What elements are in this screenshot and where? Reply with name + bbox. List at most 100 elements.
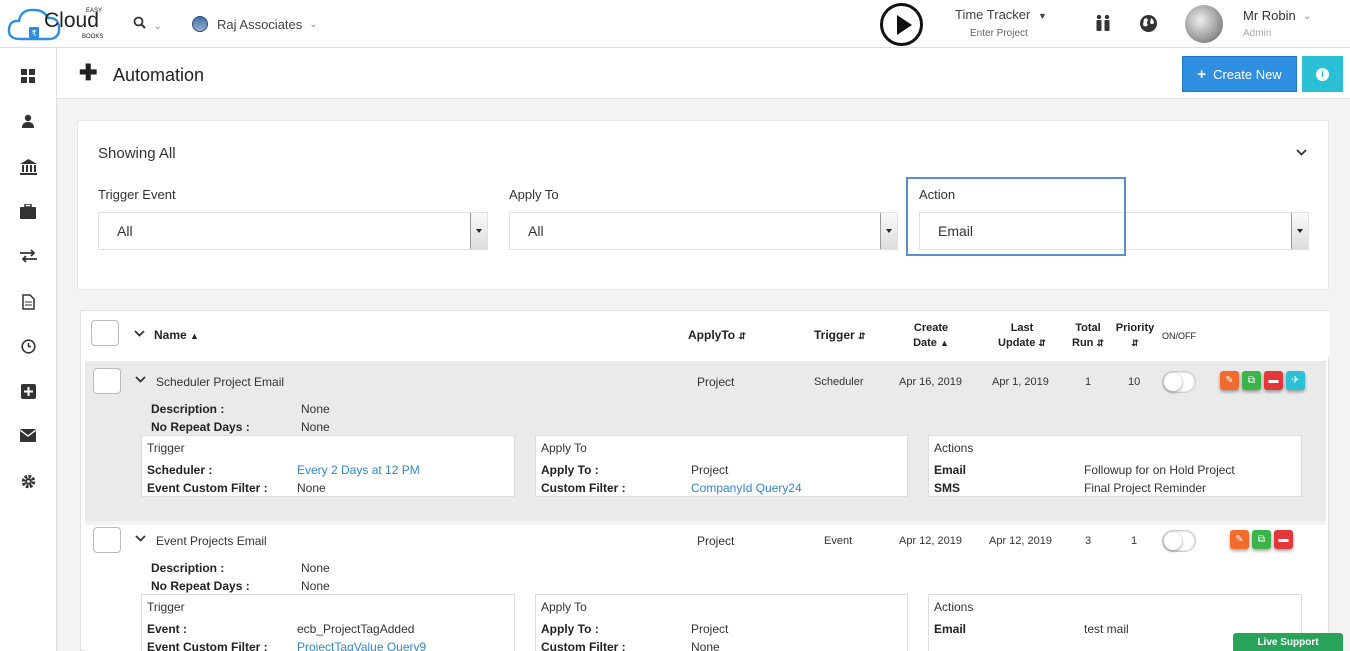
dropdown-arrow-icon[interactable] [880,213,897,249]
live-support-button[interactable]: Live Support [1233,633,1343,651]
no-repeat-days-label: No Repeat Days : [151,579,250,593]
chevron-down-icon[interactable] [135,374,146,386]
action-highlight [906,177,1126,256]
row-create-date: Apr 12, 2019 [899,535,962,547]
trigger-event-select[interactable]: All [98,212,488,250]
chevron-down-icon[interactable] [135,533,146,545]
company-icon [192,16,208,32]
plus-square-icon[interactable] [19,384,37,402]
clock-icon[interactable] [19,339,37,357]
row-checkbox[interactable] [93,527,121,553]
row-trigger: Scheduler [814,376,864,388]
create-new-button[interactable]: + Create New [1182,56,1297,92]
sidebar [0,48,57,651]
time-tracker-dropdown[interactable]: Time Tracker ▼ [955,7,1047,22]
column-priority[interactable]: Priority ⇵ [1115,321,1155,351]
trigger-box-value-1[interactable]: Every 2 Days at 12 PM [297,463,420,477]
column-applyto[interactable]: ApplyTo ⇵ [688,328,746,344]
row-name[interactable]: Event Projects Email [156,534,267,548]
table-row: Scheduler Project Email Project Schedule… [85,361,1326,521]
edit-icon[interactable]: ✎ [1220,371,1239,390]
bank-icon[interactable] [19,159,37,177]
dashboard-icon[interactable] [19,69,37,87]
transfer-icon[interactable] [19,249,37,267]
actions-box-title: Actions [934,441,974,455]
globe-icon[interactable] [1139,14,1158,38]
trigger-box-title: Trigger [147,441,185,455]
on-off-toggle[interactable] [1162,530,1196,552]
trigger-box-label-1: Scheduler : [147,463,213,477]
chevron-down-icon[interactable] [1296,145,1307,159]
sort-icon: ⇵ [1131,338,1139,348]
column-name[interactable]: Name ▲︎ [154,328,199,344]
delete-icon[interactable]: ▬ [1264,371,1283,390]
search-toggle[interactable]: ⌄ [133,16,162,32]
table-row: Event Projects Email Project Event Apr 1… [85,521,1326,651]
apply-to-box-label-2: Custom Filter : [541,640,626,651]
sort-icon: ⇵ [858,331,866,341]
page-header: ✚ Automation + Create New i [57,48,1350,99]
apply-to-box-value-2[interactable]: CompanyId Query24 [691,481,802,495]
info-button[interactable]: i [1302,56,1343,92]
user-icon[interactable] [19,114,37,132]
column-total-run[interactable]: Total Run ⇵ [1069,321,1107,351]
showing-label: Showing All [98,145,176,162]
create-new-label: Create New [1213,66,1282,82]
time-tracker-project[interactable]: Enter Project [970,28,1028,39]
actions-box-value-1: test mail [1084,622,1129,636]
gear-icon[interactable] [19,474,37,492]
apply-to-select[interactable]: All [509,212,898,250]
trigger-box-label-2: Event Custom Filter : [147,640,268,651]
people-icon[interactable] [1094,14,1112,37]
send-icon[interactable]: ✈ [1286,371,1305,390]
column-trigger[interactable]: Trigger ⇵ [814,328,866,344]
column-create-label: Create [913,322,949,334]
app-logo[interactable]: ₹ Cloud EASY BOOKS [6,3,111,45]
dropdown-arrow-icon[interactable] [1291,213,1308,249]
trigger-event-label: Trigger Event [98,187,176,202]
chevron-down-icon[interactable]: ⌄ [1303,11,1311,22]
select-all-checkbox[interactable] [91,320,119,346]
column-trigger-label: Trigger [814,328,855,342]
play-icon[interactable] [880,3,923,46]
dropdown-arrow-icon[interactable] [470,213,487,249]
copy-icon[interactable]: ⧉ [1252,530,1271,549]
plus-icon: ✚ [79,60,98,85]
row-checkbox[interactable] [93,368,121,394]
copy-icon[interactable]: ⧉ [1242,371,1261,390]
avatar[interactable] [1185,5,1223,43]
trigger-box-value-2[interactable]: ProjectTagValue Query9 [297,640,426,651]
document-icon[interactable] [19,294,37,312]
actions-box-label-1: Email [934,463,967,477]
table-header: Name ▲︎ ApplyTo ⇵ Trigger ⇵ Create Date ▲… [81,311,1330,357]
row-name[interactable]: Scheduler Project Email [156,375,284,389]
description-label: Description : [151,561,225,575]
user-name[interactable]: Mr Robin [1243,8,1296,23]
apply-to-box-label-1: Apply To : [541,463,599,477]
delete-icon[interactable]: ▬ [1274,530,1293,549]
apply-to-box-label-2: Custom Filter : [541,481,626,495]
description-value: None [301,561,330,575]
briefcase-icon[interactable] [19,203,37,222]
automation-list: Name ▲︎ ApplyTo ⇵ Trigger ⇵ Create Date ▲… [80,310,1330,651]
column-last-update[interactable]: Last Update ⇵ [995,321,1049,351]
column-priority-label: Priority [1115,322,1155,334]
mail-icon[interactable] [19,429,37,447]
column-create-label-2: Date [913,337,937,349]
column-create-date[interactable]: Create Date ▲ [907,321,955,351]
svg-text:BOOKS: BOOKS [82,34,103,40]
column-name-label: Name [154,328,187,342]
company-switcher[interactable]: Raj Associates ⌄ [192,16,318,32]
sort-icon: ▲︎ [190,331,199,341]
sort-up-icon: ▲ [939,338,949,348]
no-repeat-days-label: No Repeat Days : [151,420,250,434]
apply-to-value: All [528,223,544,239]
no-repeat-days-value: None [301,579,330,593]
edit-icon[interactable]: ✎ [1230,530,1249,549]
top-bar: ₹ Cloud EASY BOOKS ⌄ Raj Associates ⌄ Ti… [0,0,1350,48]
chevron-down-icon[interactable] [134,328,145,340]
user-role: Admin [1243,28,1272,39]
time-tracker-label: Time Tracker [955,7,1031,22]
on-off-toggle[interactable] [1162,371,1196,393]
trigger-box-label-2: Event Custom Filter : [147,481,268,495]
